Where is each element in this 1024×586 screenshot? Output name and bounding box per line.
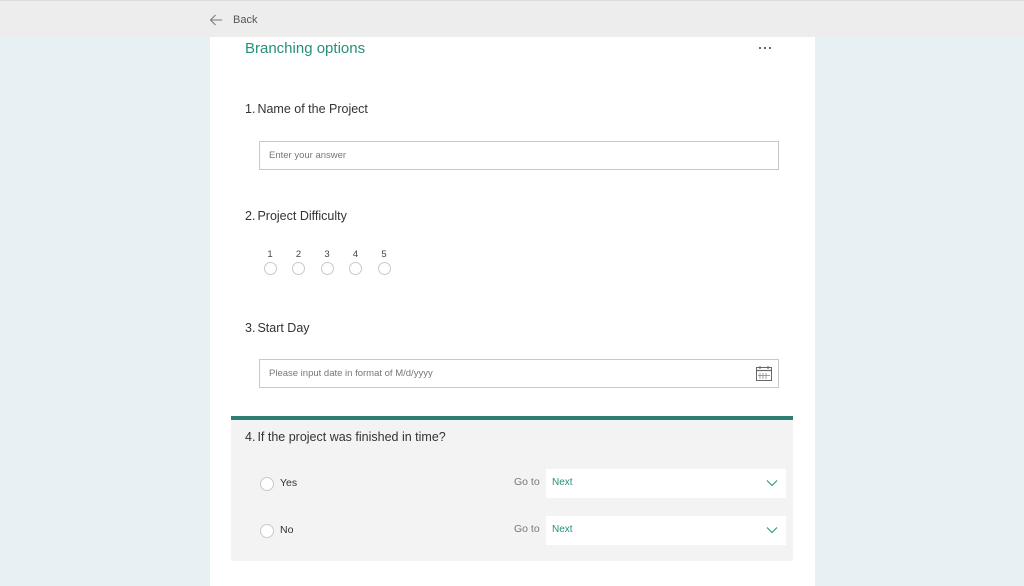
goto-label: Go to xyxy=(514,476,540,488)
rating-option-5[interactable]: 5 xyxy=(376,249,392,275)
question-text: If the project was finished in time? xyxy=(257,430,446,444)
rating-label: 4 xyxy=(352,249,359,260)
radio-button[interactable] xyxy=(263,262,277,275)
radio-button[interactable] xyxy=(320,262,334,275)
form-card: Branching options 1. Name of the Project … xyxy=(210,37,815,586)
question-4-active: 4. If the project was finished in time? Y… xyxy=(231,416,793,561)
question-number: 2. xyxy=(245,209,256,223)
rating-label: 3 xyxy=(324,249,330,260)
start-day-date-input[interactable]: Please input date in format of M/d/yyyy xyxy=(259,359,779,388)
input-placeholder: Enter your answer xyxy=(269,150,347,161)
dot xyxy=(764,47,766,49)
form-title: Branching options xyxy=(245,40,366,57)
question-4-title: 4. If the project was finished in time? xyxy=(245,430,446,444)
radio-button[interactable] xyxy=(349,262,362,275)
choice-option-yes: Yes Go to Next xyxy=(231,469,793,499)
radio-button[interactable] xyxy=(260,477,274,491)
radio-button[interactable] xyxy=(292,262,305,275)
arrow-left-icon xyxy=(209,14,222,26)
question-2-title: 2. Project Difficulty xyxy=(245,209,347,223)
radio-button[interactable] xyxy=(260,524,274,538)
back-button[interactable]: Back xyxy=(208,11,257,29)
input-placeholder: Please input date in format of M/d/yyyy xyxy=(269,368,433,379)
back-label: Back xyxy=(233,14,258,26)
goto-dropdown-no[interactable]: Next xyxy=(546,516,786,545)
radio-button[interactable] xyxy=(377,262,391,275)
rating-label: 2 xyxy=(295,249,302,260)
rating-label: 1 xyxy=(267,249,273,260)
question-number: 4. xyxy=(245,430,256,444)
rating-option-1[interactable]: 1 xyxy=(262,249,278,275)
question-1-title: 1. Name of the Project xyxy=(245,102,368,116)
question-text: Name of the Project xyxy=(257,102,368,116)
more-options-button[interactable] xyxy=(753,40,777,56)
option-label: Yes xyxy=(280,477,298,489)
goto-label: Go to xyxy=(514,523,540,535)
top-bar: Back xyxy=(0,0,1024,37)
goto-selected-value: Next xyxy=(552,477,573,488)
rating-option-3[interactable]: 3 xyxy=(319,249,335,275)
choice-option-no: No Go to Next xyxy=(231,516,793,546)
dot xyxy=(769,47,771,49)
goto-dropdown-yes[interactable]: Next xyxy=(546,469,786,498)
chevron-down-icon xyxy=(766,527,778,534)
project-name-input[interactable]: Enter your answer xyxy=(259,141,779,170)
option-label: No xyxy=(280,524,294,536)
rating-option-4[interactable]: 4 xyxy=(348,249,364,275)
more-horizontal-icon xyxy=(759,47,761,49)
chevron-down-icon xyxy=(766,480,778,487)
calendar-icon[interactable] xyxy=(756,366,772,381)
question-number: 1. xyxy=(245,102,256,116)
question-text: Start Day xyxy=(257,321,310,335)
rating-label: 5 xyxy=(381,249,387,260)
question-text: Project Difficulty xyxy=(257,209,347,223)
goto-selected-value: Next xyxy=(552,524,573,535)
rating-option-2[interactable]: 2 xyxy=(291,249,307,275)
question-number: 3. xyxy=(245,321,256,335)
question-3-title: 3. Start Day xyxy=(245,321,310,335)
difficulty-rating: 1 2 3 4 5 xyxy=(262,249,392,275)
